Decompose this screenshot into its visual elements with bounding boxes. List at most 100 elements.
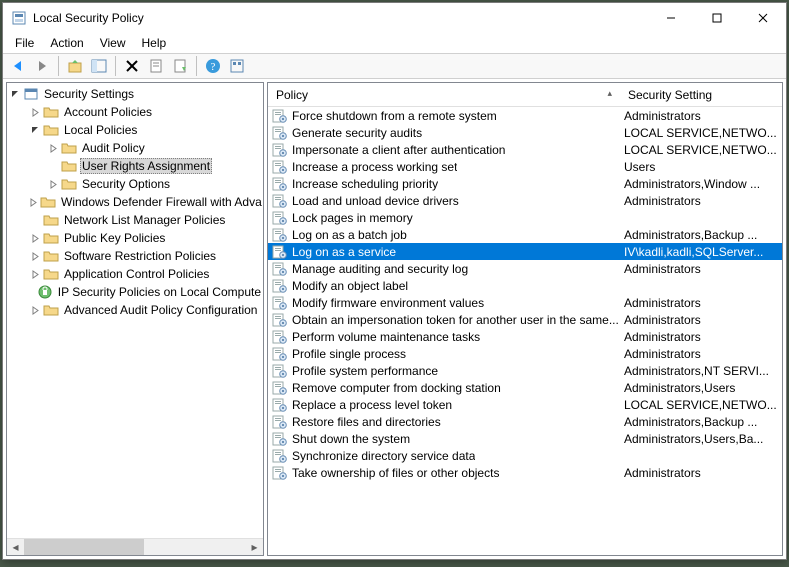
policy-setting: Users	[624, 160, 655, 174]
policy-row[interactable]: Generate security auditsLOCAL SERVICE,NE…	[268, 124, 782, 141]
back-button[interactable]	[7, 55, 29, 77]
tree-item[interactable]: Windows Defender Firewall with Adva	[7, 193, 263, 211]
policy-row[interactable]: Increase a process working setUsers	[268, 158, 782, 175]
menu-view[interactable]: View	[92, 34, 134, 52]
expand-icon[interactable]	[29, 304, 41, 316]
show-hide-tree-button[interactable]	[88, 55, 110, 77]
policy-name: Modify an object label	[292, 279, 408, 293]
policy-row[interactable]: Log on as a batch jobAdministrators,Back…	[268, 226, 782, 243]
expand-icon[interactable]	[29, 106, 41, 118]
policy-row[interactable]: Obtain an impersonation token for anothe…	[268, 311, 782, 328]
scroll-thumb[interactable]	[24, 539, 144, 555]
policy-setting: LOCAL SERVICE,NETWO...	[624, 143, 777, 157]
tree-item[interactable]: Security Options	[7, 175, 263, 193]
policy-name: Generate security audits	[292, 126, 422, 140]
menu-help[interactable]: Help	[134, 34, 175, 52]
tree-item[interactable]: Advanced Audit Policy Configuration	[7, 301, 263, 319]
expand-icon[interactable]	[29, 268, 41, 280]
policy-icon	[272, 296, 288, 310]
sort-asc-icon: ▴	[607, 88, 612, 99]
policy-row[interactable]: Modify firmware environment valuesAdmini…	[268, 294, 782, 311]
tree-item[interactable]: Public Key Policies	[7, 229, 263, 247]
list-body[interactable]: Force shutdown from a remote system Admin…	[268, 107, 782, 555]
tree-label: Local Policies	[62, 123, 139, 137]
tree-item[interactable]: User Rights Assignment	[7, 157, 263, 175]
close-button[interactable]	[740, 3, 786, 33]
expand-icon[interactable]	[29, 214, 41, 226]
toolbar-separator	[196, 56, 197, 76]
scroll-right-icon[interactable]: ▸	[246, 539, 263, 555]
tree-item[interactable]: IP Security Policies on Local Compute	[7, 283, 263, 301]
properties-button[interactable]	[145, 55, 167, 77]
policy-row[interactable]: Log on as a serviceIV\kadli,kadli,SQLSer…	[268, 243, 782, 260]
toolbar-separator	[58, 56, 59, 76]
policy-icon	[272, 347, 288, 361]
tree-pane: Security SettingsAccount Policies Local P…	[6, 82, 264, 556]
help-button[interactable]: ?	[202, 55, 224, 77]
policy-row[interactable]: Remove computer from docking stationAdmi…	[268, 379, 782, 396]
column-header-policy-label: Policy	[276, 88, 308, 102]
policy-icon	[272, 381, 288, 395]
policy-row[interactable]: Perform volume maintenance tasksAdminist…	[268, 328, 782, 345]
expand-icon[interactable]	[47, 178, 59, 190]
tree-item[interactable]: Application Control Policies	[7, 265, 263, 283]
delete-button[interactable]	[121, 55, 143, 77]
toolbar-separator	[115, 56, 116, 76]
policy-row[interactable]: Replace a process level tokenLOCAL SERVI…	[268, 396, 782, 413]
menu-file[interactable]: File	[7, 34, 42, 52]
policy-row[interactable]: Lock pages in memory	[268, 209, 782, 226]
tree-label: Network List Manager Policies	[62, 213, 227, 227]
tree-root[interactable]: Security Settings	[7, 85, 263, 103]
titlebar[interactable]: Local Security Policy	[3, 3, 786, 33]
policy-row[interactable]: Force shutdown from a remote systemAdmin…	[268, 107, 782, 124]
policy-name: Take ownership of files or other objects	[292, 466, 499, 480]
policy-name: Log on as a service	[292, 245, 396, 259]
tree-item[interactable]: Network List Manager Policies	[7, 211, 263, 229]
tree-label: IP Security Policies on Local Compute	[56, 285, 263, 299]
refresh-button[interactable]	[226, 55, 248, 77]
expand-icon[interactable]	[47, 142, 59, 154]
forward-button[interactable]	[31, 55, 53, 77]
policy-row[interactable]: Restore files and directoriesAdministrat…	[268, 413, 782, 430]
expand-icon[interactable]	[29, 232, 41, 244]
expand-icon[interactable]	[29, 286, 35, 298]
column-header-setting[interactable]: Security Setting	[620, 88, 782, 102]
tree-item[interactable]: Software Restriction Policies	[7, 247, 263, 265]
content-body: Security SettingsAccount Policies Local P…	[3, 79, 786, 559]
policy-setting: Administrators	[624, 313, 701, 327]
policy-row[interactable]: Modify an object label	[268, 277, 782, 294]
expand-icon[interactable]	[29, 124, 41, 136]
policy-row[interactable]: Shut down the systemAdministrators,Users…	[268, 430, 782, 447]
tree-item[interactable]: Local Policies	[7, 121, 263, 139]
menu-action[interactable]: Action	[42, 34, 91, 52]
tree[interactable]: Security SettingsAccount Policies Local P…	[7, 83, 263, 538]
policy-name: Force shutdown from a remote system	[292, 109, 497, 123]
policy-icon	[272, 466, 288, 480]
policy-row[interactable]: Profile system performanceAdministrators…	[268, 362, 782, 379]
policy-icon	[272, 415, 288, 429]
tree-item[interactable]: Account Policies	[7, 103, 263, 121]
policy-row[interactable]: Profile single processAdministrators	[268, 345, 782, 362]
expand-icon[interactable]	[47, 160, 59, 172]
policy-row[interactable]: Manage auditing and security logAdminist…	[268, 260, 782, 277]
policy-setting: Administrators,Window ...	[624, 177, 760, 191]
maximize-button[interactable]	[694, 3, 740, 33]
policy-row[interactable]: Synchronize directory service data	[268, 447, 782, 464]
expand-icon[interactable]	[29, 196, 38, 208]
export-list-button[interactable]	[169, 55, 191, 77]
minimize-button[interactable]	[648, 3, 694, 33]
tree-h-scrollbar[interactable]: ◂ ▸	[7, 538, 263, 555]
tree-label: Advanced Audit Policy Configuration	[62, 303, 259, 317]
expand-icon[interactable]	[29, 250, 41, 262]
policy-row[interactable]: Take ownership of files or other objects…	[268, 464, 782, 481]
policy-row[interactable]: Impersonate a client after authenticatio…	[268, 141, 782, 158]
up-button[interactable]	[64, 55, 86, 77]
tree-item[interactable]: Audit Policy	[7, 139, 263, 157]
policy-row[interactable]: Increase scheduling priorityAdministrato…	[268, 175, 782, 192]
policy-row[interactable]: Load and unload device driversAdministra…	[268, 192, 782, 209]
scroll-left-icon[interactable]: ◂	[7, 539, 24, 555]
folder-icon	[43, 230, 59, 246]
policy-name: Synchronize directory service data	[292, 449, 475, 463]
expand-icon[interactable]	[9, 88, 21, 100]
column-header-policy[interactable]: Policy ▴	[268, 88, 620, 102]
